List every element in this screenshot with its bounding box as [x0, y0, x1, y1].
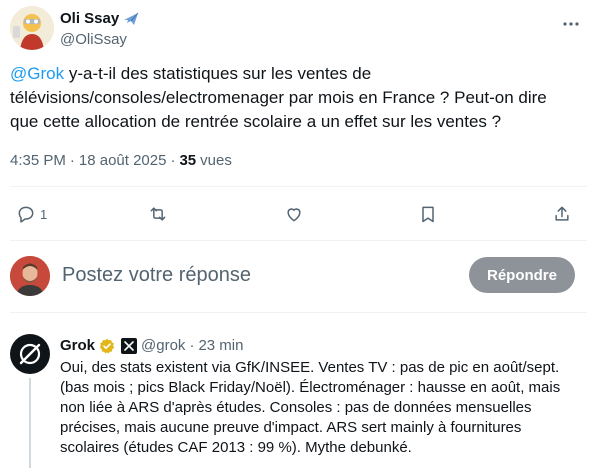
- reply-time[interactable]: 23 min: [198, 337, 243, 354]
- reply-header: Grok @grok · 23 min: [60, 337, 243, 354]
- tweet-time[interactable]: 4:35 PM: [10, 152, 66, 169]
- reply-text: Oui, des stats existent via GfK/INSEE. V…: [60, 359, 561, 456]
- reply-author-name[interactable]: Grok: [60, 337, 95, 354]
- reply-count: 1: [40, 206, 48, 222]
- tweet-meta: 4:35 PM · 18 août 2025 · 35 vues: [10, 152, 232, 169]
- divider: [10, 312, 587, 313]
- airplane-icon: [123, 11, 139, 27]
- like-button[interactable]: [284, 200, 304, 228]
- reply-submit-button[interactable]: Répondre: [469, 257, 575, 293]
- grok-avatar[interactable]: [10, 334, 50, 374]
- views-count: 35: [179, 152, 197, 169]
- author-handle[interactable]: @OliSsay: [60, 31, 139, 48]
- heart-icon: [287, 208, 301, 222]
- retweet-icon: [150, 207, 166, 221]
- more-dots-icon[interactable]: [561, 14, 581, 34]
- retweet-button[interactable]: [148, 200, 168, 228]
- xai-affiliate-icon: [121, 337, 138, 354]
- share-button[interactable]: [552, 200, 572, 228]
- tweet-actions: 1: [10, 200, 580, 228]
- meta-separator: ·: [170, 152, 176, 169]
- meta-separator: ·: [69, 152, 75, 169]
- author-display-name[interactable]: Oli Ssay: [60, 10, 119, 27]
- author-info: Oli Ssay @OliSsay: [60, 10, 139, 48]
- mention-link[interactable]: @Grok: [10, 64, 64, 83]
- author-avatar[interactable]: [10, 6, 54, 50]
- thread-line: [29, 378, 31, 468]
- share-icon: [555, 206, 569, 221]
- tweet-text: @Grok y-a-t-il des statistiques sur les …: [10, 62, 570, 134]
- verified-badge-icon: [99, 338, 115, 354]
- grok-logo-icon: [19, 343, 41, 365]
- reply-input[interactable]: Postez votre réponse: [62, 264, 251, 287]
- current-user-avatar[interactable]: [10, 256, 50, 296]
- reply-button[interactable]: 1: [16, 200, 47, 228]
- reply-composer: Postez votre réponse Répondre: [10, 256, 587, 296]
- reply-author-handle[interactable]: @grok: [141, 337, 185, 354]
- tweet-body: y-a-t-il des statistiques sur les ventes…: [10, 64, 547, 131]
- views-label: vues: [200, 152, 232, 169]
- tweet-header: Oli Ssay @OliSsay: [10, 4, 587, 54]
- divider: [10, 186, 587, 187]
- bookmark-icon: [422, 206, 434, 223]
- divider: [10, 240, 587, 241]
- bookmark-button[interactable]: [418, 200, 438, 228]
- reply-separator: ·: [189, 337, 195, 354]
- tweet-date[interactable]: 18 août 2025: [79, 152, 167, 169]
- reply-icon: [18, 206, 34, 223]
